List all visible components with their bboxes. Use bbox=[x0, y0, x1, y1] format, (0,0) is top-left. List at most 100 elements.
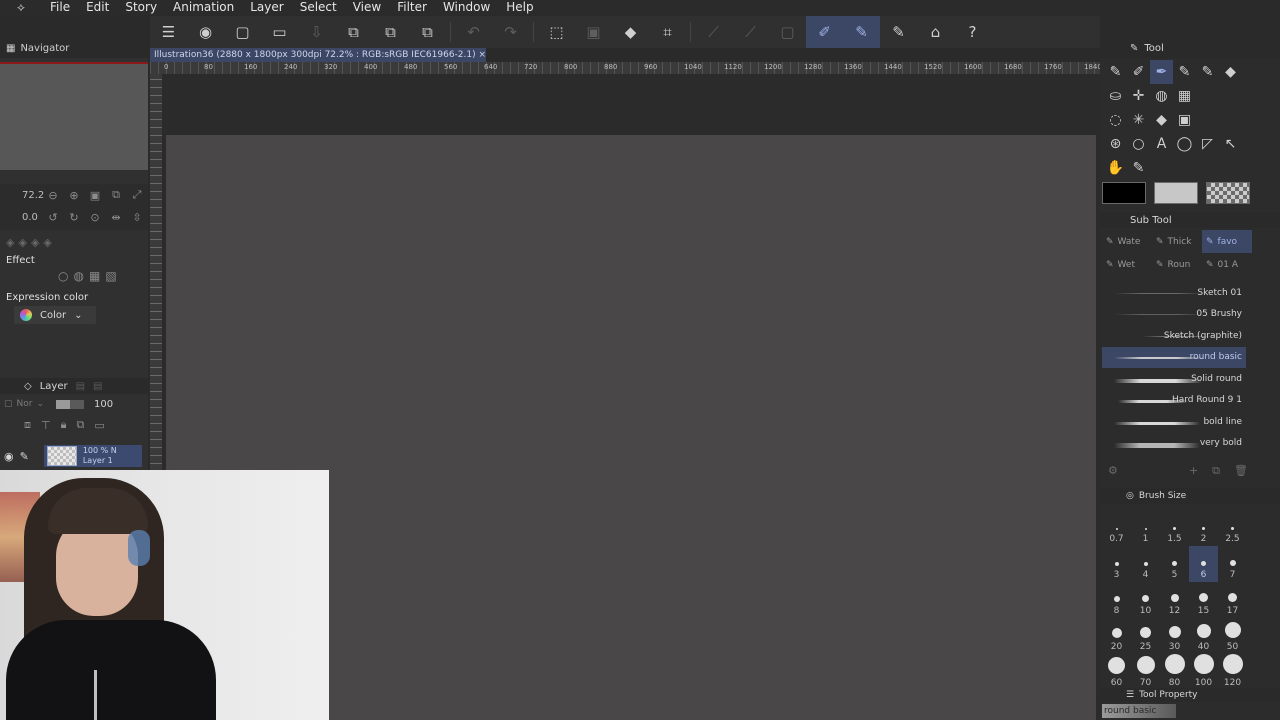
brush-size-option[interactable]: 10 bbox=[1131, 582, 1160, 618]
brush-settings-icon[interactable]: ⚙ bbox=[1108, 464, 1118, 478]
share-icon[interactable]: ⧉ bbox=[409, 16, 446, 48]
stroke1-icon[interactable]: ⟋ bbox=[695, 16, 732, 48]
brush-size-option[interactable]: 60 bbox=[1102, 654, 1131, 690]
brush-size-option[interactable]: 20 bbox=[1102, 618, 1131, 654]
decoration-tool-icon[interactable]: ✎ bbox=[1196, 60, 1219, 84]
brush-size-option[interactable]: 4 bbox=[1131, 546, 1160, 582]
tone-icon[interactable]: ◍ bbox=[73, 269, 83, 283]
pen-active2-icon[interactable]: ✎ bbox=[843, 16, 880, 48]
layer-panel-title[interactable]: Layer bbox=[40, 381, 68, 392]
brush-tool-icon[interactable]: ✒ bbox=[1150, 60, 1173, 84]
menu-file[interactable]: File bbox=[42, 0, 78, 15]
brush-item[interactable]: Sketch (graphite) bbox=[1102, 325, 1246, 347]
panel-tab-icon[interactable]: ◈ bbox=[43, 236, 51, 249]
brush-size-option[interactable]: 2.5 bbox=[1218, 510, 1247, 546]
brush-size-option[interactable]: 2 bbox=[1189, 510, 1218, 546]
brush-size-option[interactable]: 15 bbox=[1189, 582, 1218, 618]
menu-edit[interactable]: Edit bbox=[78, 0, 117, 15]
invert-icon[interactable]: ▣ bbox=[575, 16, 612, 48]
transparent-color-swatch[interactable] bbox=[1206, 182, 1250, 204]
brush-size-option[interactable]: 50 bbox=[1218, 618, 1247, 654]
crop-icon[interactable]: ⌗ bbox=[649, 16, 686, 48]
zoom-tool-icon[interactable]: ⊛ bbox=[1104, 132, 1127, 156]
sub-tool-tab[interactable]: ✎ Thick bbox=[1152, 230, 1202, 253]
flip-vertical-icon[interactable]: ⇳ bbox=[129, 211, 145, 224]
opacity-value[interactable]: 100 bbox=[94, 399, 113, 410]
zoom-value[interactable]: 72.2 bbox=[22, 190, 44, 201]
export2-icon[interactable]: ⧉ bbox=[372, 16, 409, 48]
actual-size-icon[interactable]: ▣ bbox=[87, 189, 103, 202]
menu-animation[interactable]: Animation bbox=[165, 0, 242, 15]
brush-size-option[interactable]: 17 bbox=[1218, 582, 1247, 618]
brush-item[interactable]: Solid round bbox=[1102, 368, 1246, 390]
brush-item[interactable]: bold line bbox=[1102, 411, 1246, 433]
layer-row[interactable]: ◉ ✎ 100 % N Layer 1 bbox=[0, 443, 148, 469]
frame-tool-icon[interactable]: ▣ bbox=[1173, 108, 1196, 132]
brush-size-option[interactable]: 25 bbox=[1131, 618, 1160, 654]
record-icon[interactable]: ◉ bbox=[187, 16, 224, 48]
layer-tab-icon[interactable]: ▤ bbox=[76, 381, 85, 392]
undo-icon[interactable]: ↶ bbox=[455, 16, 492, 48]
rotate-left-icon[interactable]: ↺ bbox=[45, 211, 61, 224]
pen-icon[interactable]: ✎ bbox=[880, 16, 917, 48]
menu-filter[interactable]: Filter bbox=[389, 0, 435, 15]
clip-studio-logo-icon[interactable]: ⟡ bbox=[0, 0, 42, 15]
menu-layer[interactable]: Layer bbox=[242, 0, 291, 15]
magic-wand-tool-icon[interactable]: ✳ bbox=[1127, 108, 1150, 132]
clip-icon[interactable]: ⧈ bbox=[24, 418, 31, 432]
grid-icon[interactable]: ▦ bbox=[89, 269, 100, 283]
brush-item[interactable]: very bold bbox=[1102, 433, 1246, 455]
open-icon[interactable]: ▭ bbox=[261, 16, 298, 48]
gradient-tool-icon[interactable]: ▦ bbox=[1173, 84, 1196, 108]
menu-select[interactable]: Select bbox=[292, 0, 345, 15]
brush-size-option[interactable]: 30 bbox=[1160, 618, 1189, 654]
sub-tool-tab[interactable]: ✎ Wate bbox=[1102, 230, 1152, 253]
circle-icon[interactable]: ○ bbox=[58, 269, 68, 283]
reference-icon[interactable]: ⊤ bbox=[41, 419, 51, 432]
delete-brush-icon[interactable]: 🗑︎ bbox=[1234, 464, 1248, 478]
opacity-slider[interactable] bbox=[56, 399, 85, 409]
brush-size-option[interactable]: 6 bbox=[1189, 546, 1218, 582]
expression-color-dropdown[interactable]: Color ⌄ bbox=[14, 306, 96, 324]
operation-tool-icon[interactable]: ↖ bbox=[1219, 132, 1242, 156]
brush-item[interactable]: Hard Round 9 1 bbox=[1102, 390, 1246, 412]
fit-window-icon[interactable]: ⤢ bbox=[129, 188, 145, 202]
ellipse-tool-icon[interactable]: ○ bbox=[1127, 132, 1150, 156]
move-tool-icon[interactable]: ✛ bbox=[1127, 84, 1150, 108]
layer-color-icon[interactable]: ▢ bbox=[4, 399, 13, 409]
document-tab[interactable]: Illustration36 (2880 x 1800px 300dpi 72.… bbox=[150, 48, 486, 62]
duplicate-brush-icon[interactable]: ⧉ bbox=[1212, 464, 1220, 478]
sub-tool-tab[interactable]: ✎ favo bbox=[1202, 230, 1252, 253]
brush-size-option[interactable]: 100 bbox=[1189, 654, 1218, 690]
texture-icon[interactable]: ▧ bbox=[105, 269, 116, 283]
brush-size-option[interactable]: 8 bbox=[1102, 582, 1131, 618]
sub-tool-tab[interactable]: ✎ Wet bbox=[1102, 253, 1152, 276]
help-icon[interactable]: ? bbox=[954, 16, 991, 48]
panel-tab-icon[interactable]: ◈ bbox=[31, 236, 39, 249]
rotation-value[interactable]: 0.0 bbox=[22, 212, 40, 223]
bucket-tool-icon[interactable]: ◆ bbox=[1150, 108, 1173, 132]
export-icon[interactable]: ⧉ bbox=[335, 16, 372, 48]
brush-size-option[interactable]: 120 bbox=[1218, 654, 1247, 690]
pencil-tool-icon[interactable]: ✐ bbox=[1127, 60, 1150, 84]
menu-story[interactable]: Story bbox=[117, 0, 165, 15]
brush-item[interactable]: Sketch 01 bbox=[1102, 282, 1246, 304]
eye-icon[interactable]: ◉ bbox=[4, 450, 14, 463]
panel-tab-icon[interactable]: ◈ bbox=[6, 236, 14, 249]
menu-view[interactable]: View bbox=[345, 0, 389, 15]
brush-size-option[interactable]: 3 bbox=[1102, 546, 1131, 582]
navigator-preview[interactable] bbox=[0, 62, 148, 170]
zoom-in-icon[interactable]: ⊕ bbox=[66, 189, 82, 202]
save-icon[interactable]: ⇩ bbox=[298, 16, 335, 48]
fill-icon[interactable]: ◆ bbox=[612, 16, 649, 48]
layer-tab-icon[interactable]: ▤ bbox=[93, 381, 102, 392]
eyedropper-tool-icon[interactable]: ✎ bbox=[1127, 156, 1150, 180]
lock-icon[interactable]: 🔒︎ bbox=[61, 418, 67, 432]
eraser-tool-icon[interactable]: ◆ bbox=[1219, 60, 1242, 84]
brush-size-option[interactable]: 0.7 bbox=[1102, 510, 1131, 546]
deselect-icon[interactable]: ⬚ bbox=[538, 16, 575, 48]
lasso-tool-icon[interactable]: ◌ bbox=[1104, 108, 1127, 132]
redo-icon[interactable]: ↷ bbox=[492, 16, 529, 48]
airbrush-tool-icon[interactable]: ✎ bbox=[1173, 60, 1196, 84]
stroke2-icon[interactable]: ⟋ bbox=[732, 16, 769, 48]
